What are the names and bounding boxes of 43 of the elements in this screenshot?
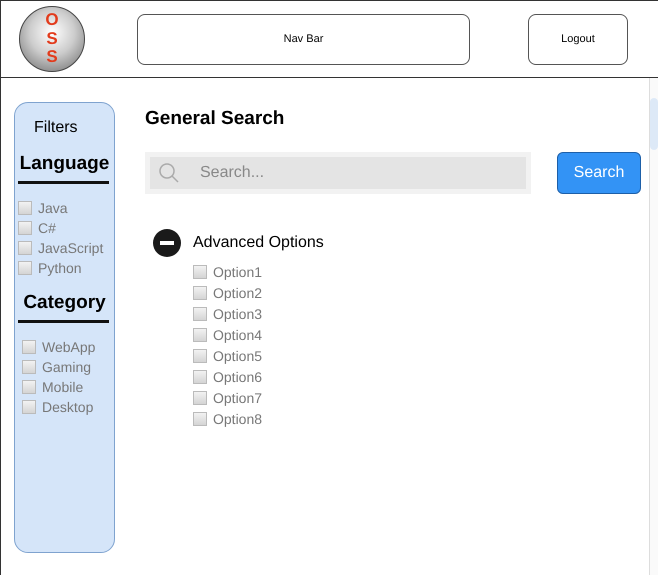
checkbox[interactable] xyxy=(18,221,32,235)
checkbox-label: Option3 xyxy=(213,306,262,322)
checkbox[interactable] xyxy=(193,307,207,321)
checkbox-label: Mobile xyxy=(42,379,84,395)
checkbox[interactable] xyxy=(18,201,32,215)
checkbox-label: Option7 xyxy=(213,390,262,406)
checkbox[interactable] xyxy=(193,286,207,300)
checkbox[interactable] xyxy=(22,380,36,394)
checkbox[interactable] xyxy=(193,412,207,426)
checkbox[interactable] xyxy=(18,241,32,255)
checkbox[interactable] xyxy=(22,400,36,414)
checkbox-label: Option5 xyxy=(213,348,262,364)
search-field[interactable]: Search... xyxy=(145,152,531,194)
nav-bar[interactable]: Nav Bar xyxy=(137,14,470,64)
checkbox-label: Gaming xyxy=(42,359,92,375)
checkbox-label: Python xyxy=(38,260,82,276)
checkbox[interactable] xyxy=(193,349,207,363)
checkbox[interactable] xyxy=(22,340,36,354)
filter-heading: Category xyxy=(22,292,107,314)
checkbox-label: Option8 xyxy=(213,411,262,427)
checkbox[interactable] xyxy=(193,265,207,279)
checkbox-label: Java xyxy=(38,200,68,216)
checkbox-label: WebApp xyxy=(42,339,96,355)
checkbox[interactable] xyxy=(193,328,207,342)
checkbox-label: Option4 xyxy=(213,327,262,343)
checkbox-label: Desktop xyxy=(42,399,94,415)
logout-button[interactable]: Logout xyxy=(528,14,628,64)
filters-title: Filters xyxy=(33,119,79,137)
checkbox-label: Option2 xyxy=(213,285,262,301)
checkbox-label: JavaScript xyxy=(38,240,104,256)
filter-heading: Language xyxy=(18,153,110,175)
logo-text: OSS xyxy=(44,10,60,68)
checkbox[interactable] xyxy=(18,261,32,275)
checkbox-label: C# xyxy=(38,220,56,236)
checkbox[interactable] xyxy=(193,391,207,405)
checkbox[interactable] xyxy=(193,370,207,384)
checkbox-label: Option6 xyxy=(213,369,262,385)
page-title: General Search xyxy=(145,108,286,130)
checkbox-label: Option1 xyxy=(213,264,262,280)
collapse-icon[interactable] xyxy=(152,228,182,258)
search-icon xyxy=(158,162,180,184)
checkbox[interactable] xyxy=(22,360,36,374)
advanced-options-label: Advanced Options xyxy=(193,234,324,252)
